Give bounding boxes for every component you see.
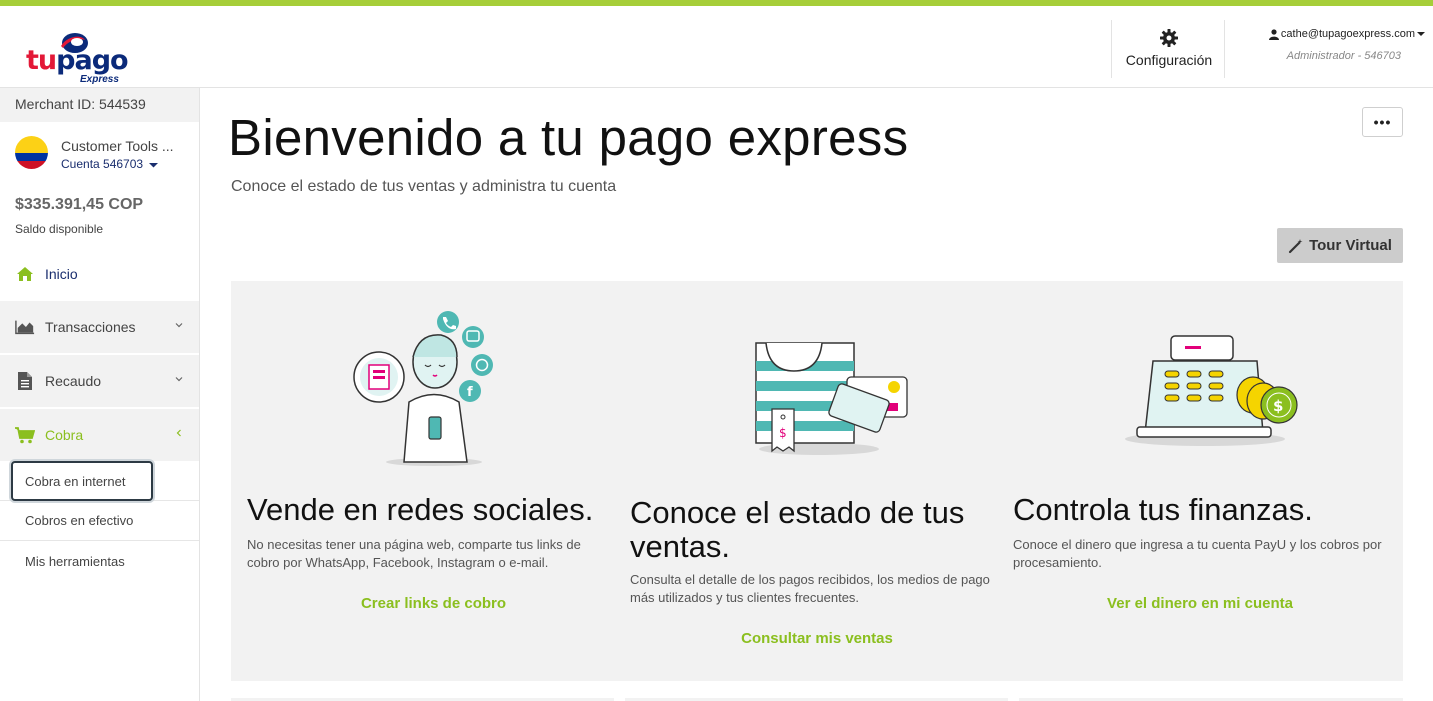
sidebar: Merchant ID: 544539 Customer Tools ... C… <box>0 88 200 701</box>
sidebar-item-cobra[interactable]: Cobra <box>0 409 199 461</box>
config-label: Configuración <box>1125 52 1213 68</box>
feature-card-finanzas: $ Controla tus finanzas. Conoce el diner… <box>1013 281 1397 681</box>
colombia-flag-icon <box>15 136 48 169</box>
user-icon <box>1268 28 1279 40</box>
sidebar-item-inicio[interactable]: Inicio <box>0 248 199 300</box>
sidebar-item-label: Transacciones <box>45 319 136 335</box>
cart-icon <box>15 425 35 445</box>
sidebar-subitem-label: Cobros en efectivo <box>25 513 134 528</box>
magic-wand-icon <box>1288 238 1303 253</box>
cash-register-illustration: $ <box>1125 335 1298 446</box>
sidebar-item-recaudo[interactable]: Recaudo <box>0 355 199 407</box>
user-menu[interactable]: cathe@tupagoexpress.com Administrador - … <box>1240 28 1425 62</box>
card-text: Conoce el dinero que ingresa a tu cuenta… <box>1013 537 1382 570</box>
area-chart-icon <box>15 317 35 337</box>
ver-el-dinero-link[interactable]: Ver el dinero en mi cuenta <box>1013 595 1387 612</box>
feature-cards-panel: f Vende en redes sociales. No necesitas … <box>231 281 1403 681</box>
sidebar-subitem-cobros-en-efectivo[interactable]: Cobros en efectivo <box>0 501 199 541</box>
chevron-down-icon <box>175 323 183 328</box>
feature-card-social: f Vende en redes sociales. No necesitas … <box>231 281 615 681</box>
config-button[interactable]: Configuración <box>1111 20 1225 78</box>
card-title: Conoce el estado de tus ventas. <box>630 495 965 564</box>
more-options-button[interactable]: ••• <box>1362 107 1403 137</box>
tupago-logo[interactable]: tupago Express <box>22 32 132 88</box>
sidebar-subitem-cobra-en-internet[interactable]: Cobra en internet <box>11 461 153 501</box>
balance-label: Saldo disponible <box>15 222 104 236</box>
sidebar-item-label: Cobra <box>45 427 84 443</box>
chevron-left-icon <box>176 429 181 437</box>
card-title: Controla tus finanzas. <box>1013 492 1313 527</box>
page-subtitle: Conoce el estado de tus ventas y adminis… <box>231 178 617 195</box>
svg-text:$: $ <box>779 426 787 440</box>
user-email: cathe@tupagoexpress.com <box>1280 28 1415 40</box>
account-name: Customer Tools ... <box>61 138 174 154</box>
chevron-down-icon <box>175 377 183 382</box>
sidebar-item-label: Recaudo <box>45 373 102 389</box>
balance-amount: $335.391,45 COP <box>15 196 144 213</box>
card-text: Consulta el detalle de los pagos recibid… <box>630 572 990 605</box>
tour-virtual-button[interactable]: Tour Virtual <box>1277 228 1403 263</box>
logo-express-text: Express <box>80 74 119 85</box>
consultar-mis-ventas-link[interactable]: Consultar mis ventas <box>626 630 1008 647</box>
shopping-bag-illustration: $ <box>755 342 908 455</box>
svg-text:$: $ <box>1273 397 1283 415</box>
gear-icon <box>1160 29 1178 47</box>
app-header: tupago Express Configuración cathe@tupag… <box>0 6 1433 88</box>
account-number: Cuenta 546703 <box>61 157 159 171</box>
user-role: Administrador - 546703 <box>1286 50 1401 62</box>
social-media-illustration: f <box>353 311 493 466</box>
sidebar-item-transacciones[interactable]: Transacciones <box>0 301 199 353</box>
card-title: Vende en redes sociales. <box>247 492 594 527</box>
page-title: Bienvenido a tu pago express <box>228 109 909 166</box>
sidebar-item-label: Inicio <box>45 266 78 282</box>
sidebar-subitem-label: Mis herramientas <box>25 553 125 569</box>
document-icon <box>15 371 35 391</box>
caret-down-icon <box>1417 32 1425 36</box>
home-icon <box>15 264 35 284</box>
account-selector[interactable]: Customer Tools ... Cuenta 546703 <box>0 122 199 180</box>
merchant-id: Merchant ID: 544539 <box>0 88 199 122</box>
crear-links-de-cobro-link[interactable]: Crear links de cobro <box>231 595 636 612</box>
card-text: No necesitas tener una página web, compa… <box>247 537 581 570</box>
sidebar-subitem-label: Cobra en internet <box>25 473 126 489</box>
svg-text:f: f <box>467 385 473 400</box>
caret-down-icon <box>149 163 159 168</box>
sidebar-subitem-mis-herramientas[interactable]: Mis herramientas <box>0 541 199 581</box>
feature-card-ventas: $ Conoce el estado de tus ventas. Consul… <box>626 281 1010 681</box>
tour-virtual-label: Tour Virtual <box>1309 237 1392 254</box>
logo-wordmark: tupago <box>26 45 129 76</box>
